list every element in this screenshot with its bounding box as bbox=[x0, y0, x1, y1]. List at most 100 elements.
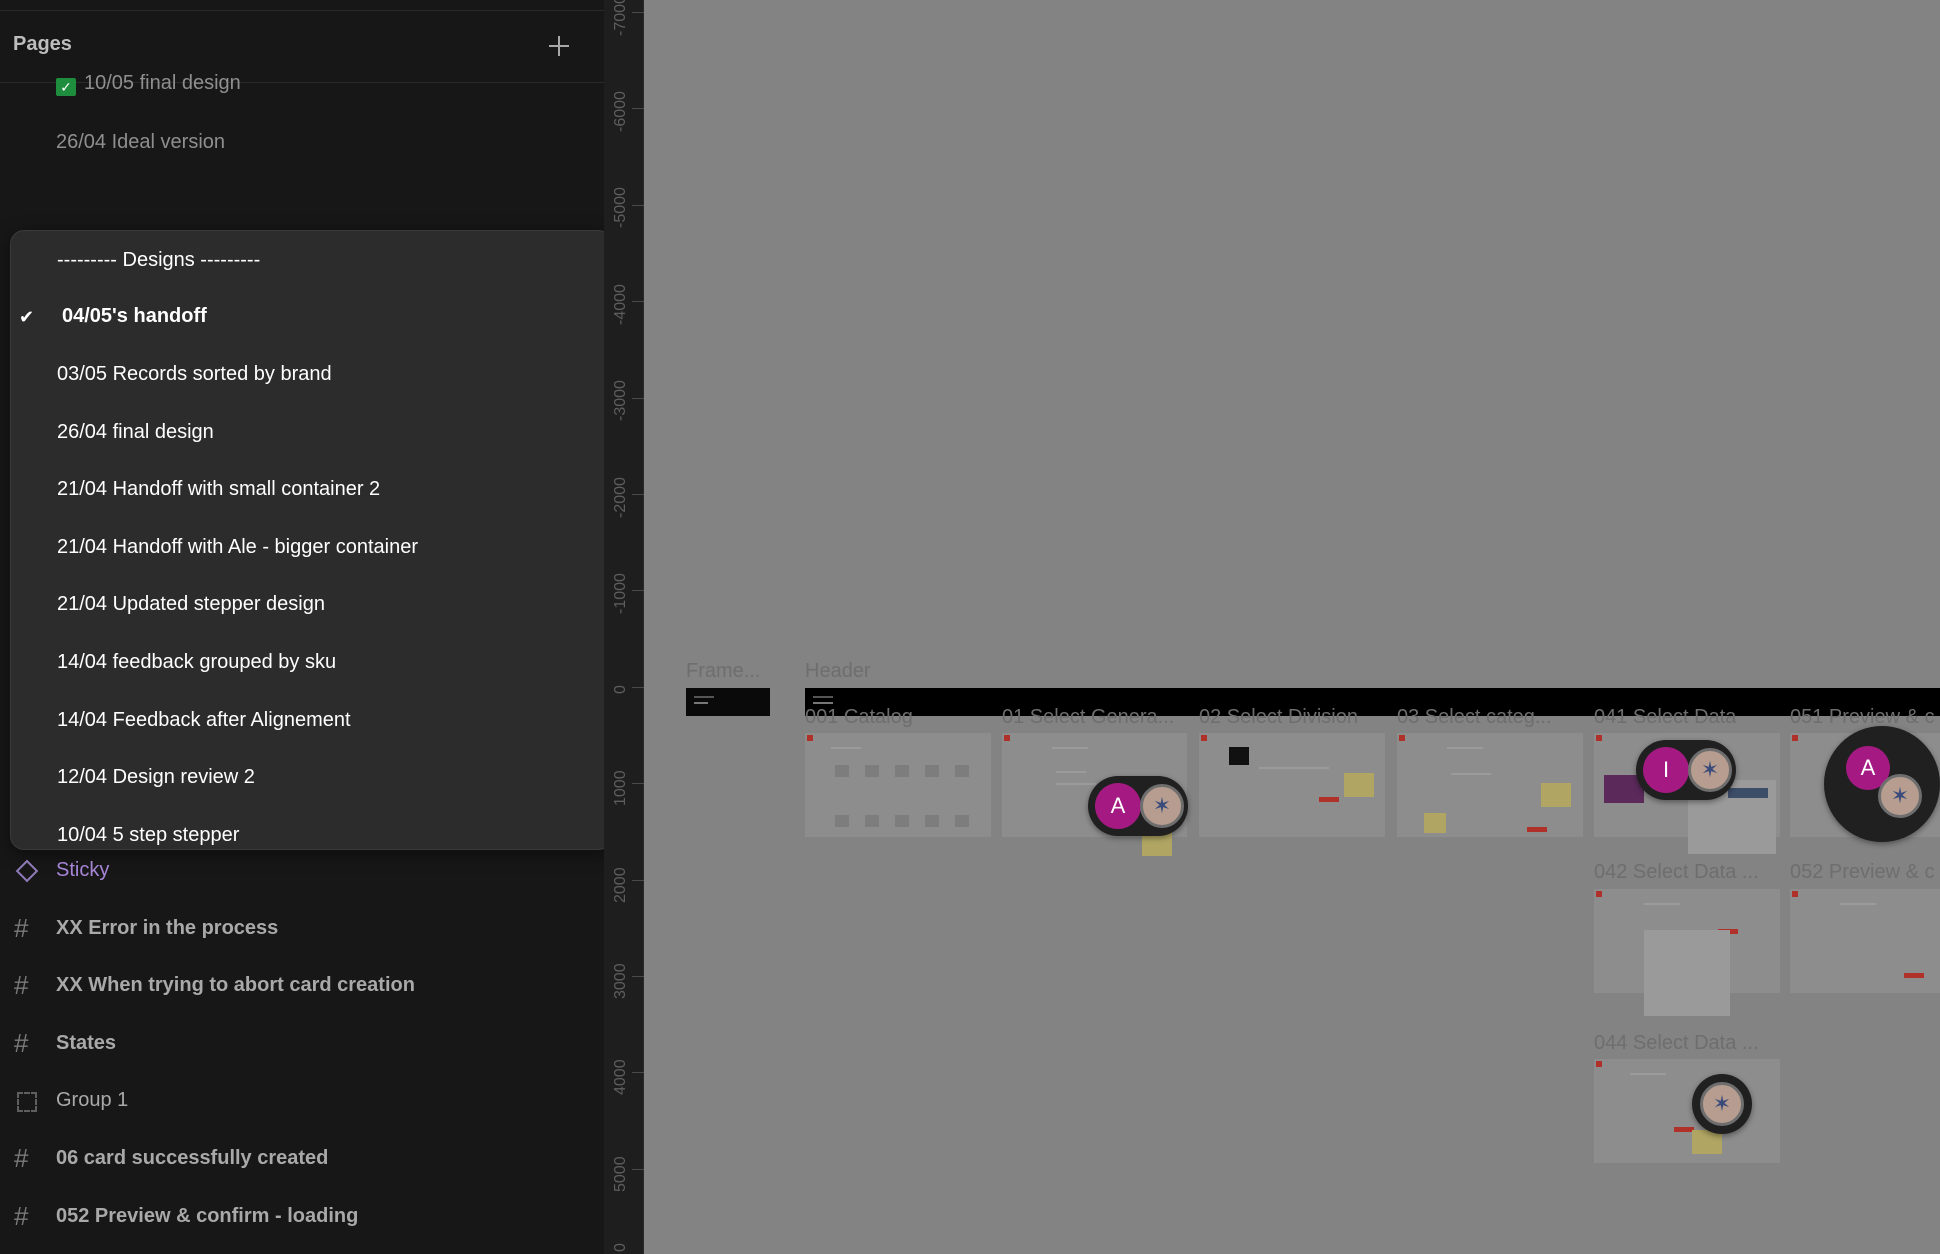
dropdown-item[interactable]: 26/04 final design bbox=[57, 421, 214, 444]
ruler-tick bbox=[632, 1072, 644, 1073]
frame-icon: # bbox=[14, 970, 29, 1000]
frame-label[interactable]: 001 Catalog bbox=[805, 706, 913, 729]
thumb-marker bbox=[1004, 735, 1010, 741]
thumb-marker bbox=[1792, 735, 1798, 741]
layer-row[interactable]: # 06 card successfully created bbox=[0, 1135, 604, 1185]
add-page-button[interactable] bbox=[544, 31, 574, 61]
thumb-line bbox=[1447, 747, 1483, 749]
thumb-button bbox=[1904, 973, 1924, 978]
thumb-button bbox=[1674, 1127, 1694, 1132]
collaborator-cursor[interactable]: A bbox=[1824, 726, 1940, 842]
collaborator-cursor[interactable] bbox=[1692, 1074, 1752, 1134]
thumb-marker bbox=[1399, 735, 1405, 741]
sticky-note[interactable] bbox=[1541, 783, 1571, 807]
thumb-card bbox=[895, 765, 909, 777]
ruler-label: 4000 bbox=[612, 1059, 629, 1095]
ruler-label: 3000 bbox=[612, 963, 629, 999]
thumb-marker bbox=[1596, 735, 1602, 741]
sticky-note[interactable] bbox=[1344, 773, 1374, 797]
layer-label: 06 card successfully created bbox=[56, 1147, 329, 1169]
sticky-note[interactable] bbox=[1424, 813, 1446, 833]
thumb-card bbox=[955, 765, 969, 777]
avatar-image bbox=[1140, 784, 1184, 828]
ruler-label: -3000 bbox=[612, 380, 629, 421]
ruler-label: 5000 bbox=[612, 1156, 629, 1192]
thumb-button bbox=[1527, 827, 1547, 832]
dropdown-item[interactable]: 14/04 feedback grouped by sku bbox=[57, 651, 336, 674]
ruler-tick bbox=[632, 976, 644, 977]
layer-label: 052 Preview & confirm - loading bbox=[56, 1205, 359, 1227]
ruler-label: 2000 bbox=[612, 867, 629, 903]
thumb-marker bbox=[1596, 1061, 1602, 1067]
thumb-line bbox=[1259, 767, 1329, 769]
frame-thumbnail[interactable] bbox=[1594, 1059, 1780, 1163]
layer-label: Group 1 bbox=[56, 1089, 129, 1111]
collaborator-cursor[interactable]: A bbox=[1088, 776, 1188, 836]
thumb-card bbox=[1229, 747, 1249, 765]
ruler-tick bbox=[632, 687, 644, 688]
thumb-card bbox=[865, 765, 879, 777]
vertical-ruler: -7000 -6000 -5000 -4000 -3000 -2000 -100… bbox=[604, 0, 644, 1254]
layer-row[interactable]: # States bbox=[0, 1020, 604, 1070]
dropdown-item-selected[interactable]: 04/05's handoff bbox=[62, 305, 207, 328]
frame-label[interactable]: 041 Select Data bbox=[1594, 706, 1736, 729]
dropdown-item[interactable]: 03/05 Records sorted by brand bbox=[57, 363, 332, 386]
pages-title: Pages bbox=[13, 33, 72, 55]
dropdown-item[interactable]: 10/04 5 step stepper bbox=[57, 824, 239, 847]
ruler-tick bbox=[632, 398, 644, 399]
ruler-label: -6000 bbox=[612, 91, 629, 132]
frame-label[interactable]: 051 Preview & c bbox=[1790, 706, 1935, 729]
layer-row[interactable]: # 052 Preview & confirm - loading bbox=[0, 1193, 604, 1243]
frame-label[interactable]: 042 Select Data ... bbox=[1594, 861, 1759, 884]
layer-label: Sticky bbox=[56, 859, 110, 881]
ruler-tick bbox=[632, 301, 644, 302]
checkmark-icon: ✓ bbox=[56, 78, 76, 96]
frame-label[interactable]: Frame... bbox=[686, 660, 760, 683]
frame-label[interactable]: 02 Select Division bbox=[1199, 706, 1358, 729]
thumb-card bbox=[895, 815, 909, 827]
dropdown-separator: --------- Designs --------- bbox=[57, 249, 261, 271]
frame-label[interactable]: 052 Preview & c bbox=[1790, 861, 1935, 884]
frame-label[interactable]: 01 Select Genera... bbox=[1002, 706, 1174, 729]
frame-label[interactable]: Header bbox=[805, 660, 871, 683]
dropdown-item[interactable]: 21/04 Handoff with Ale - bigger containe… bbox=[57, 536, 418, 559]
layer-row-sticky[interactable]: Sticky bbox=[0, 847, 604, 897]
ruler-tick bbox=[632, 880, 644, 881]
thumb-marker bbox=[1596, 891, 1602, 897]
avatar-image bbox=[1878, 774, 1922, 818]
frame-label[interactable]: 044 Select Data ... bbox=[1594, 1032, 1759, 1055]
header-frame[interactable] bbox=[805, 688, 1940, 716]
thumb-line bbox=[1056, 783, 1096, 785]
thumb-card bbox=[835, 815, 849, 827]
group-icon bbox=[17, 1092, 37, 1112]
thumb-line bbox=[813, 696, 833, 698]
layer-row[interactable]: # XX Error in the process bbox=[0, 905, 604, 955]
avatar: A bbox=[1095, 783, 1141, 829]
design-canvas[interactable]: Frame... Header 001 Catalog 01 Select Ge… bbox=[644, 0, 1940, 1254]
layer-row[interactable]: Group 1 bbox=[0, 1077, 604, 1127]
page-item[interactable]: 10/05 final design bbox=[84, 72, 241, 95]
ruler-label: -2000 bbox=[612, 477, 629, 518]
page-item[interactable]: 26/04 Ideal version bbox=[56, 131, 225, 154]
dropdown-item[interactable]: 21/04 Handoff with small container 2 bbox=[57, 478, 380, 501]
frame-icon: # bbox=[14, 1201, 29, 1231]
avatar: I bbox=[1643, 747, 1689, 793]
thumb-line bbox=[694, 696, 714, 698]
thumb-card bbox=[1728, 788, 1768, 798]
dropdown-item[interactable]: 21/04 Updated stepper design bbox=[57, 593, 325, 616]
thumb-card bbox=[925, 765, 939, 777]
ruler-label: 1000 bbox=[612, 770, 629, 806]
component-icon bbox=[15, 859, 39, 883]
ruler-tick bbox=[632, 783, 644, 784]
layer-row[interactable]: # XX When trying to abort card creation bbox=[0, 962, 604, 1012]
thumb-marker bbox=[807, 735, 813, 741]
frame-label[interactable]: 03 Select categ... bbox=[1397, 706, 1552, 729]
ruler-label: 0 bbox=[612, 1243, 629, 1252]
frame-thumbnail[interactable] bbox=[1790, 889, 1940, 993]
collaborator-cursor[interactable]: I bbox=[1636, 740, 1736, 800]
thumb-line bbox=[694, 702, 708, 704]
frame-thumbnail[interactable] bbox=[686, 688, 770, 716]
frame-thumbnail[interactable] bbox=[805, 733, 991, 837]
dropdown-item[interactable]: 12/04 Design review 2 bbox=[57, 766, 255, 789]
dropdown-item[interactable]: 14/04 Feedback after Alignement bbox=[57, 709, 351, 732]
